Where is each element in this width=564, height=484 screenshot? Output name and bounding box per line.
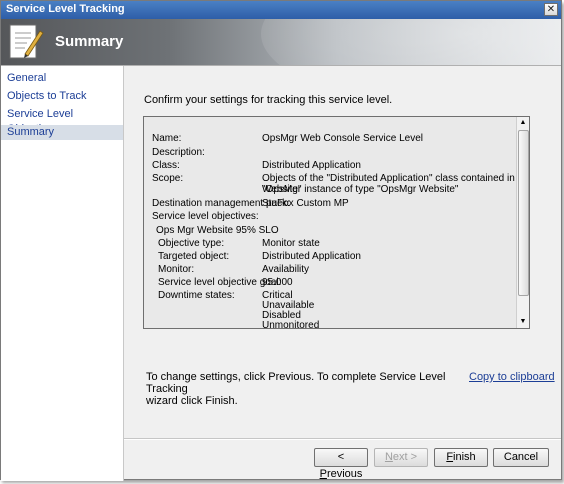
button-label-part: ext > (392, 451, 418, 463)
wizard-nav: General Objects to Track Service Level O… (1, 66, 124, 481)
cancel-button[interactable]: Cancel (493, 448, 549, 467)
next-button[interactable]: Next > (374, 448, 428, 467)
objective-type-value: Monitor state (262, 238, 320, 249)
button-label-part: revious (326, 468, 363, 480)
document-pen-icon (9, 24, 44, 59)
copy-to-clipboard-link[interactable]: Copy to clipboard (469, 371, 555, 383)
targeted-object-value: Distributed Application (262, 251, 361, 262)
class-label: Class: (152, 160, 180, 171)
scroll-down-arrow-icon[interactable]: ▼ (517, 316, 529, 328)
page-title: Summary (55, 33, 124, 50)
goal-value: 95.000 (262, 277, 293, 288)
scope-label: Scope: (152, 173, 184, 184)
targeted-object-label: Targeted object: (158, 251, 230, 262)
nav-item-service-level-objectives[interactable]: Service Level Objectives (1, 107, 123, 135)
footer-divider (124, 438, 561, 440)
button-label-part: inish (453, 451, 476, 463)
scrollbar-thumb[interactable] (518, 130, 529, 296)
nav-item-objects-to-track[interactable]: Objects to Track (1, 89, 123, 104)
scope-value-line-2: Website" instance of type "OpsMgr Websit… (262, 184, 459, 195)
name-label: Name: (152, 133, 182, 144)
monitor-value: Availability (262, 264, 310, 275)
downtime-states-label: Downtime states: (158, 290, 235, 301)
button-label-part: < (337, 451, 345, 463)
class-value: Distributed Application (262, 160, 361, 171)
window-title: Service Level Tracking (6, 3, 125, 15)
slo-name: Ops Mgr Website 95% SLO (156, 225, 279, 236)
close-button[interactable]: ✕ (544, 3, 558, 16)
accelerator-key: N (384, 451, 393, 463)
vertical-scrollbar[interactable]: ▲ ▼ (516, 117, 529, 328)
footer-line: To change settings, click Previous. To c… (146, 371, 446, 395)
title-bar[interactable]: Service Level Tracking ✕ (1, 1, 561, 20)
wizard-header: Summary (1, 19, 561, 66)
slo-label: Service level objectives: (152, 211, 259, 222)
scroll-up-arrow-icon[interactable]: ▲ (517, 117, 529, 129)
finish-button[interactable]: Finish (434, 448, 488, 467)
name-value: OpsMgr Web Console Service Level (262, 133, 423, 144)
destination-mp-value: StuFox Custom MP (262, 198, 349, 209)
objective-type-label: Objective type: (158, 238, 225, 249)
wizard-window: Service Level Tracking ✕ Summary General… (0, 0, 562, 481)
downtime-state: Unmonitored (262, 320, 320, 329)
header-decoration (261, 19, 561, 65)
accelerator-key: P (319, 468, 327, 480)
content-pane: Confirm your settings for tracking this … (124, 66, 561, 438)
summary-textbox[interactable]: Name: OpsMgr Web Console Service Level D… (143, 116, 530, 329)
previous-button[interactable]: < Previous (314, 448, 368, 480)
monitor-label: Monitor: (158, 264, 195, 275)
instruction-text: Confirm your settings for tracking this … (144, 94, 393, 106)
description-label: Description: (152, 147, 205, 158)
nav-item-general[interactable]: General (1, 71, 123, 86)
footer-instructions: To change settings, click Previous. To c… (146, 371, 446, 407)
nav-item-summary[interactable]: Summary (1, 125, 123, 140)
footer-line: wizard click Finish. (146, 395, 238, 407)
